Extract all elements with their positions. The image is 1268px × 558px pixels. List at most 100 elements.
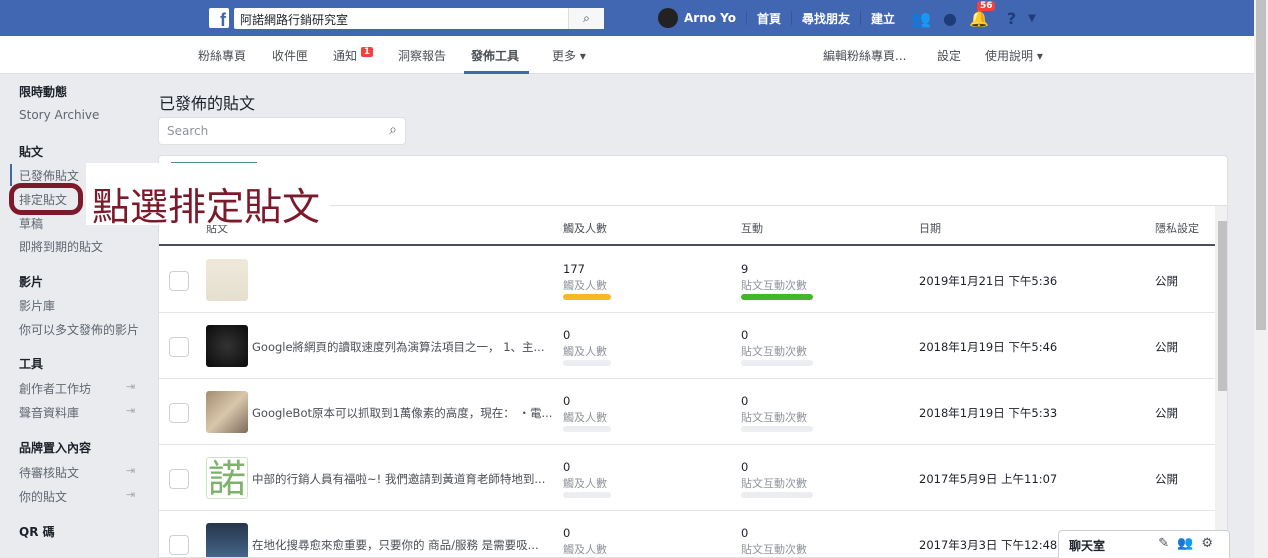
- tab-more[interactable]: 更多 ▾: [552, 47, 586, 64]
- row-checkbox[interactable]: [169, 469, 189, 489]
- sidebar-item-qr-code[interactable]: QR 碼: [19, 523, 55, 540]
- post-thumbnail[interactable]: [206, 259, 248, 301]
- post-date: 2017年3月3日 下午12:48: [919, 538, 1058, 552]
- reach-label: 觸及人數: [563, 411, 607, 424]
- row-checkbox[interactable]: [169, 535, 189, 555]
- sidebar-item-video-library[interactable]: 影片庫: [19, 297, 55, 314]
- column-header-engagement[interactable]: 互動: [741, 220, 763, 236]
- messenger-icon[interactable]: ●: [943, 9, 957, 28]
- sidebar-item-your-posts[interactable]: 你的貼文 ⇥: [19, 488, 135, 505]
- table-row[interactable]: 在地化搜尋愈來愈重要，只要你的 商品/服務 是需要吸... 0 觸及人數 0 貼文互動次…: [159, 511, 1215, 557]
- sidebar-item-pending-posts[interactable]: 待審核貼文 ⇥: [19, 464, 135, 481]
- help-icon[interactable]: ?: [1007, 9, 1016, 28]
- external-link-icon: ⇥: [126, 380, 136, 393]
- table-row[interactable]: 177 觸及人數 9 貼文互動次數 2019年1月21日 下午5:36 公開: [159, 247, 1215, 313]
- privacy-value: 公開: [1155, 406, 1178, 420]
- sidebar-item-published-posts[interactable]: 已發佈貼文: [19, 167, 79, 184]
- facebook-logo-icon[interactable]: f: [209, 8, 229, 30]
- engagement-value: 0: [741, 394, 749, 408]
- avatar[interactable]: [658, 8, 678, 28]
- post-thumbnail[interactable]: [206, 325, 248, 367]
- top-bar: f 阿諾網路行銷研究室 ⌕ Arno Yo 首頁 尋找朋友 建立 👥 ● 🔔 56 …: [0, 0, 1254, 36]
- column-header-date[interactable]: 日期: [919, 220, 941, 236]
- tab-page[interactable]: 粉絲專頁: [198, 47, 246, 64]
- reach-bar: [563, 294, 611, 300]
- posts-search-input[interactable]: Search ⌕: [158, 117, 406, 145]
- reach-label: 觸及人數: [563, 543, 607, 556]
- engagement-label: 貼文互動次數: [741, 477, 807, 490]
- edit-page-link[interactable]: 編輯粉絲專頁...: [823, 47, 906, 64]
- reach-label: 觸及人數: [563, 345, 607, 358]
- sidebar-header-stories: 限時動態: [19, 85, 68, 99]
- privacy-value: 公開: [1155, 340, 1178, 354]
- tab-publishing-tools[interactable]: 發佈工具: [471, 47, 519, 64]
- post-thumbnail[interactable]: [206, 391, 248, 433]
- engagement-label: 貼文互動次數: [741, 345, 807, 358]
- engagement-bar: [741, 294, 813, 300]
- friends-icon[interactable]: 👥: [911, 9, 931, 28]
- chat-bar[interactable]: 聊天室 ✎👥⚙: [1058, 530, 1230, 558]
- sidebar-header-posts: 貼文: [19, 145, 44, 159]
- table-scrollbar[interactable]: [1215, 206, 1227, 557]
- search-icon[interactable]: ⌕: [389, 122, 397, 138]
- compose-icon[interactable]: ✎: [1158, 536, 1177, 551]
- sidebar-item-drafts[interactable]: 草稿: [19, 215, 43, 232]
- engagement-value: 0: [741, 460, 749, 474]
- global-search-input[interactable]: 阿諾網路行銷研究室 ⌕: [234, 8, 604, 29]
- sidebar-item-crosspost-videos[interactable]: 你可以多文發佈的影片: [19, 321, 139, 338]
- table-row[interactable]: GoogleBot原本可以抓取到1萬像素的高度，現在： ・電... 0 觸及人數 0 貼…: [159, 379, 1215, 445]
- post-text[interactable]: 在地化搜尋愈來愈重要，只要你的 商品/服務 是需要吸...: [252, 537, 552, 553]
- reach-bar: [563, 360, 611, 366]
- row-checkbox[interactable]: [169, 337, 189, 357]
- column-header-reach[interactable]: 觸及人數: [563, 220, 607, 236]
- sidebar-header-tools: 工具: [19, 357, 44, 371]
- group-icon[interactable]: 👥: [1177, 536, 1201, 551]
- annotation-label: 點選排定貼文: [92, 185, 321, 229]
- post-date: 2017年5月9日 上午11:07: [919, 472, 1058, 486]
- reach-value: 0: [563, 328, 571, 342]
- tab-notifications[interactable]: 通知 1: [333, 47, 374, 64]
- engagement-label: 貼文互動次數: [741, 411, 807, 424]
- sidebar-item-expiring-posts[interactable]: 即將到期的貼文: [19, 238, 103, 255]
- post-thumbnail[interactable]: [206, 523, 248, 557]
- table-row[interactable]: Google將網頁的讀取速度列為演算法項目之一， 1、主... 0 觸及人數 0 貼文互…: [159, 313, 1215, 379]
- table-row[interactable]: 諾中部的行銷人員有福啦~! 我們邀請到黃道育老師特地到... 0 觸及人數 0 貼文互動…: [159, 445, 1215, 511]
- post-date: 2018年1月19日 下午5:46: [919, 340, 1058, 354]
- sidebar-item-sound-library[interactable]: 聲音資料庫 ⇥: [19, 404, 135, 421]
- settings-link[interactable]: 設定: [937, 47, 961, 64]
- post-date: 2018年1月19日 下午5:33: [919, 406, 1058, 420]
- profile-link[interactable]: Arno Yo: [684, 11, 736, 25]
- row-checkbox[interactable]: [169, 271, 189, 291]
- row-checkbox[interactable]: [169, 403, 189, 423]
- page-scrollbar[interactable]: [1254, 0, 1268, 558]
- sidebar-item-story-archive[interactable]: Story Archive: [19, 108, 99, 122]
- privacy-value: 公開: [1155, 274, 1178, 288]
- tab-insights[interactable]: 洞察報告: [398, 47, 446, 64]
- help-link[interactable]: 使用說明 ▾: [985, 47, 1043, 64]
- nav-find-friends[interactable]: 尋找朋友: [802, 10, 850, 27]
- search-icon[interactable]: ⌕: [568, 8, 604, 29]
- chevron-down-icon[interactable]: ▼: [1028, 13, 1036, 24]
- reach-value: 0: [563, 394, 571, 408]
- reach-bar: [563, 426, 611, 432]
- engagement-value: 0: [741, 526, 749, 540]
- nav-create[interactable]: 建立: [871, 10, 895, 27]
- engagement-bar: [741, 492, 813, 498]
- privacy-value: 公開: [1155, 472, 1178, 486]
- post-text[interactable]: Google將網頁的讀取速度列為演算法項目之一， 1、主...: [252, 339, 552, 355]
- post-thumbnail[interactable]: 諾: [206, 457, 248, 500]
- gear-icon[interactable]: ⚙: [1201, 536, 1221, 551]
- notifications-icon[interactable]: 🔔 56: [969, 0, 996, 28]
- engagement-label: 貼文互動次數: [741, 279, 807, 292]
- external-link-icon: ⇥: [126, 464, 136, 477]
- post-text[interactable]: GoogleBot原本可以抓取到1萬像素的高度，現在： ・電...: [252, 405, 552, 421]
- post-text[interactable]: 中部的行銷人員有福啦~! 我們邀請到黃道育老師特地到...: [252, 471, 552, 487]
- engagement-bar: [741, 426, 813, 432]
- column-header-privacy[interactable]: 隱私設定: [1155, 220, 1199, 236]
- nav-home[interactable]: 首頁: [757, 10, 781, 27]
- active-tab-indicator: [464, 71, 529, 74]
- sidebar-item-creator-studio[interactable]: 創作者工作坊 ⇥: [19, 380, 135, 397]
- sidebar-header-videos: 影片: [19, 275, 44, 289]
- tab-inbox[interactable]: 收件匣: [272, 47, 308, 64]
- reach-value: 0: [563, 460, 571, 474]
